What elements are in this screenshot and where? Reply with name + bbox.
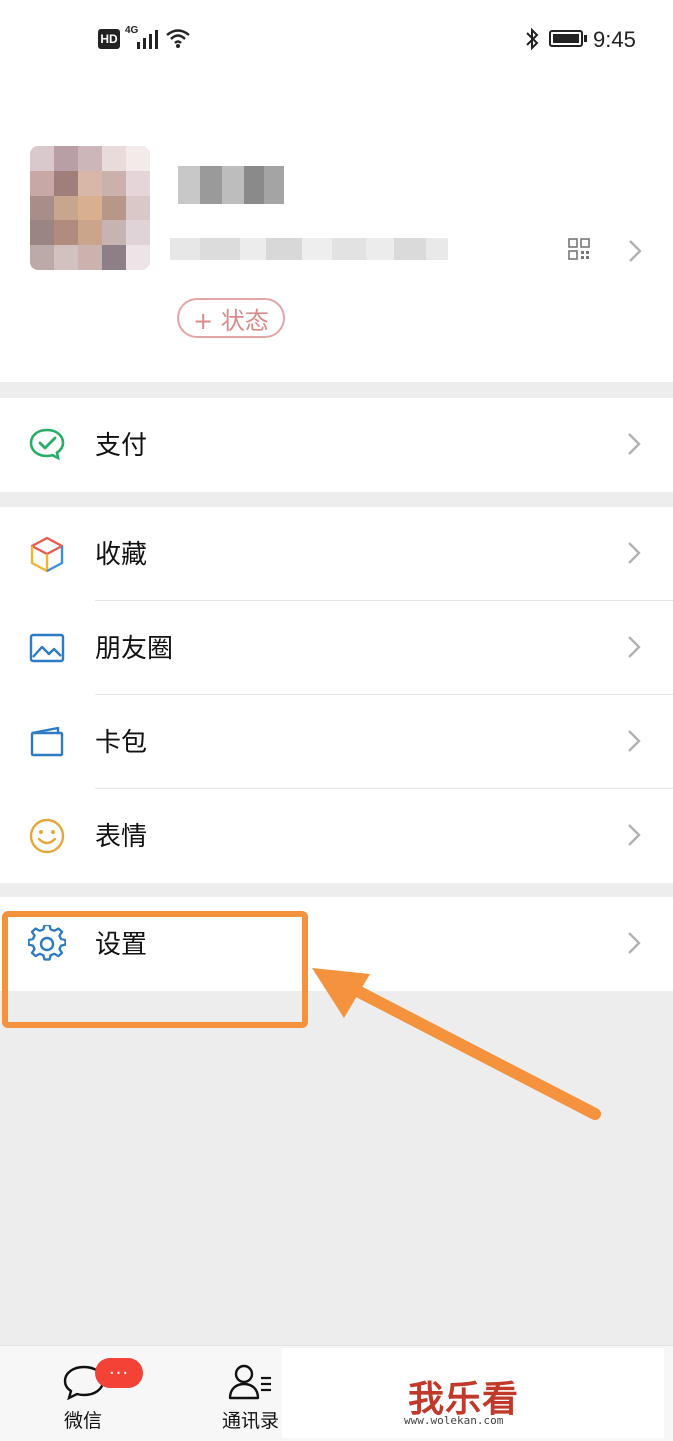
contacts-person-icon [228,1364,271,1400]
signal-icon [137,30,158,49]
menu-label-stickers: 表情 [95,822,148,852]
add-status-label: + 状态 [193,306,269,335]
chevron-right-icon [628,542,641,564]
battery-icon [549,30,583,47]
menu-item-pay[interactable]: 支付 [0,398,673,492]
hd-label: HD [100,32,118,46]
menu-label-favorites: 收藏 [95,540,148,570]
annotation-arrow [312,968,601,1120]
chevron-right-icon [628,433,641,455]
menu-item-stickers[interactable]: 表情 [0,789,673,883]
profile-card[interactable]: + 状态 [0,80,673,382]
battery-tip [584,35,587,42]
menu-item-moments[interactable]: 朋友圈 [0,601,673,695]
nav-item-contacts[interactable]: 通讯录 [212,1346,292,1441]
nickname-pixelated [178,166,284,204]
wechat-pay-icon [29,428,65,461]
bluetooth-icon [526,27,539,51]
wifi-icon [166,29,190,48]
hd-icon: HD [98,29,120,49]
chevron-right-icon [628,824,641,846]
chevron-right-icon [628,636,641,658]
qr-code-icon[interactable] [568,238,590,260]
menu-label-pay: 支付 [95,431,148,461]
menu-item-cards[interactable]: 卡包 [0,695,673,789]
wechat-id-pixelated [170,238,448,260]
moments-photo-icon [29,633,65,663]
nav-label-contacts: 通讯录 [222,1410,280,1432]
unread-badge: ··· [95,1358,143,1388]
chevron-right-icon [628,730,641,752]
highlight-box [2,911,308,1028]
unread-badge-text: ··· [108,1362,130,1384]
add-status-button[interactable]: + 状态 [177,298,285,338]
chevron-right-icon [628,932,641,954]
watermark: 我乐看 www.wolekan.com [282,1348,664,1438]
card-wallet-icon [30,726,64,757]
clock: 9:45 [593,27,636,52]
smiley-icon [29,818,65,854]
nav-label-chats: 微信 [64,1410,103,1432]
bottom-nav: ··· 微信 通讯录 我乐看 www.wolekan.com [0,1345,673,1441]
chevron-right-icon[interactable] [627,238,643,264]
menu-item-favorites[interactable]: 收藏 [0,507,673,601]
nav-item-chats[interactable]: ··· 微信 [50,1346,160,1441]
menu-group-main: 收藏 朋友圈 卡包 表情 [0,507,673,883]
avatar[interactable] [30,146,150,270]
menu-label-moments: 朋友圈 [95,634,174,664]
status-bar: HD 4G 9:45 [0,0,673,80]
menu-group-pay: 支付 [0,398,673,492]
watermark-url: www.wolekan.com [404,1414,504,1427]
menu-label-cards: 卡包 [95,728,148,758]
favorites-cube-icon [30,536,64,573]
